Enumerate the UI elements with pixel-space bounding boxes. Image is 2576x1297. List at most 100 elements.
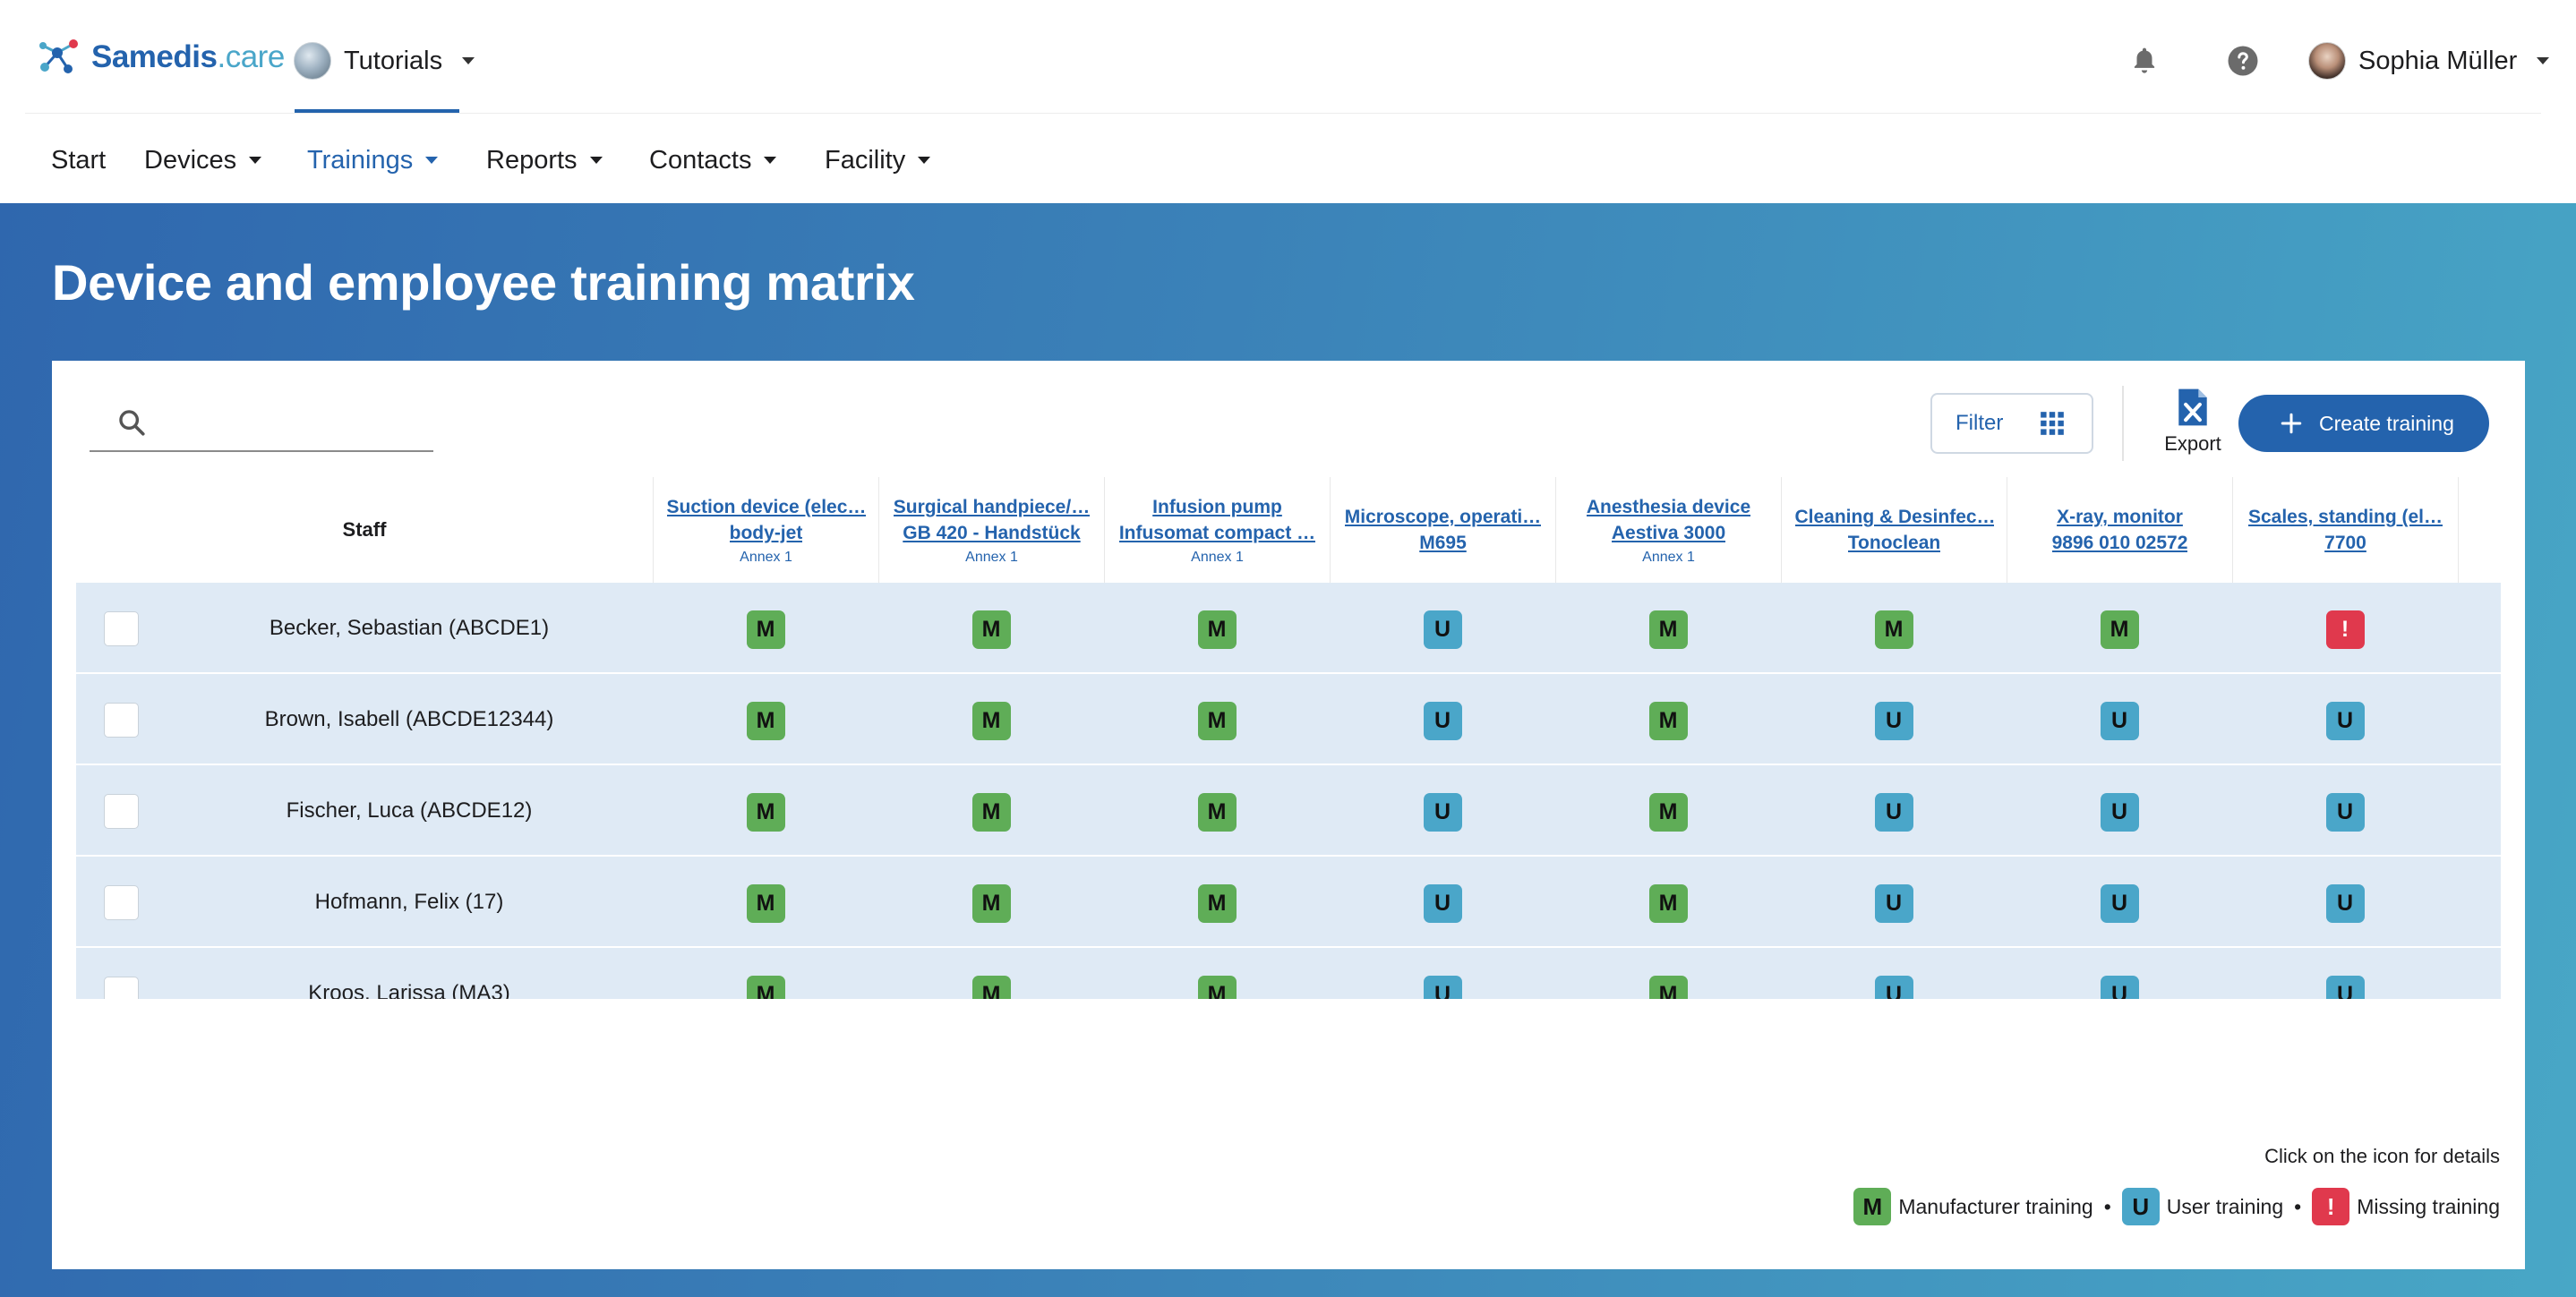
user-avatar bbox=[2308, 42, 2346, 80]
help-button[interactable] bbox=[2225, 43, 2261, 79]
missing-training-badge[interactable]: ! bbox=[2325, 610, 2365, 649]
plus-icon bbox=[2281, 413, 2302, 434]
page-title: Device and employee training matrix bbox=[52, 254, 915, 311]
matrix-card: Filter Export Create training Staff Suct… bbox=[52, 361, 2525, 1269]
device-column-header[interactable]: Microscope, operati… M695 bbox=[1330, 477, 1555, 583]
annex-label: Annex 1 bbox=[965, 550, 1018, 565]
row-checkbox[interactable] bbox=[104, 611, 139, 646]
row-checkbox[interactable] bbox=[104, 885, 139, 920]
device-column-header[interactable]: Cleaning & Desinfec… Tonoclean bbox=[1781, 477, 2007, 583]
manufacturer-training-badge[interactable]: M bbox=[1648, 702, 1688, 740]
device-name: Suction device (elec… bbox=[666, 497, 866, 517]
user-training-badge[interactable]: U bbox=[2100, 702, 2139, 740]
search-input[interactable] bbox=[161, 408, 430, 437]
nav-label: Trainings bbox=[307, 145, 414, 175]
tenant-avatar bbox=[294, 42, 331, 80]
device-column-header[interactable]: Scales, standing (el… 7700 bbox=[2232, 477, 2458, 583]
samedis-logo[interactable]: Samedis.care bbox=[38, 32, 285, 82]
filter-button[interactable]: Filter bbox=[1930, 393, 2093, 454]
staff-name: Fischer, Luca (ABCDE12) bbox=[286, 798, 533, 823]
device-name: Cleaning & Desinfec… bbox=[1794, 507, 1994, 527]
manufacturer-training-badge[interactable]: M bbox=[971, 610, 1011, 649]
manufacturer-training-badge[interactable]: M bbox=[746, 976, 785, 999]
user-training-badge[interactable]: U bbox=[2100, 884, 2139, 923]
table-row: Brown, Isabell (ABCDE12344) M M M U M U U U bbox=[76, 674, 2501, 764]
device-column-header[interactable]: Surgical handpiece/… GB 420 - Handstück An… bbox=[878, 477, 1104, 583]
user-training-badge[interactable]: U bbox=[2325, 976, 2365, 999]
manufacturer-training-badge[interactable]: M bbox=[1197, 793, 1237, 832]
table-row: Fischer, Luca (ABCDE12) M M M U M U U U bbox=[76, 765, 2501, 856]
manufacturer-training-badge[interactable]: M bbox=[1197, 610, 1237, 649]
manufacturer-training-badge[interactable]: M bbox=[1648, 884, 1688, 923]
legend-user-label: User training bbox=[2166, 1194, 2284, 1218]
tenant-label: Tutorials bbox=[344, 46, 443, 75]
training-matrix: Staff Suction device (elec… body-jet Annex… bbox=[76, 477, 2501, 999]
user-training-badge[interactable]: U bbox=[1874, 976, 1913, 999]
tenant-selector[interactable]: Tutorials bbox=[294, 39, 475, 82]
manufacturer-training-badge[interactable]: M bbox=[746, 702, 785, 740]
user-training-badge[interactable]: U bbox=[1423, 793, 1462, 832]
user-training-badge[interactable]: U bbox=[2325, 793, 2365, 832]
device-column-header[interactable]: CySt bbox=[2458, 477, 2501, 583]
user-training-badge[interactable]: U bbox=[1423, 884, 1462, 923]
manufacturer-training-badge[interactable]: M bbox=[2100, 610, 2139, 649]
manufacturer-training-badge[interactable]: M bbox=[971, 884, 1011, 923]
user-training-badge[interactable]: U bbox=[2325, 884, 2365, 923]
manufacturer-training-badge[interactable]: M bbox=[746, 610, 785, 649]
export-button[interactable]: Export bbox=[2154, 388, 2231, 461]
user-training-badge[interactable]: U bbox=[2100, 793, 2139, 832]
user-training-badge[interactable]: U bbox=[1874, 884, 1913, 923]
staff-name: Brown, Isabell (ABCDE12344) bbox=[264, 706, 554, 731]
notifications-button[interactable] bbox=[2127, 43, 2162, 79]
manufacturer-training-badge[interactable]: M bbox=[1648, 610, 1688, 649]
user-training-badge[interactable]: U bbox=[1423, 976, 1462, 999]
device-column-header[interactable]: Anesthesia device Aestiva 3000 Annex 1 bbox=[1555, 477, 1781, 583]
manufacturer-training-badge[interactable]: M bbox=[971, 976, 1011, 999]
staff-name: Becker, Sebastian (ABCDE1) bbox=[269, 615, 550, 640]
manufacturer-training-badge[interactable]: M bbox=[746, 884, 785, 923]
user-menu[interactable]: Sophia Müller bbox=[2308, 39, 2550, 82]
nav-facility[interactable]: Facility bbox=[825, 141, 931, 180]
user-training-badge[interactable]: U bbox=[2100, 976, 2139, 999]
row-checkbox[interactable] bbox=[104, 703, 139, 738]
legend: M Manufacturer training • U User trainin… bbox=[1853, 1185, 2500, 1228]
manufacturer-training-badge[interactable]: M bbox=[1648, 976, 1688, 999]
manufacturer-training-badge[interactable]: M bbox=[1197, 702, 1237, 740]
legend-manufacturer-badge: M bbox=[1853, 1188, 1892, 1225]
search-icon bbox=[119, 410, 145, 436]
device-model: Tonoclean bbox=[1847, 533, 1941, 553]
annex-label: Annex 1 bbox=[1642, 550, 1695, 565]
manufacturer-training-badge[interactable]: M bbox=[746, 793, 785, 832]
nav-start[interactable]: Start bbox=[51, 141, 106, 180]
row-checkbox[interactable] bbox=[104, 977, 139, 999]
create-training-button[interactable]: Create training bbox=[2238, 395, 2489, 452]
user-training-badge[interactable]: U bbox=[1423, 610, 1462, 649]
device-name: Anesthesia device bbox=[1586, 497, 1751, 517]
manufacturer-training-badge[interactable]: M bbox=[1197, 884, 1237, 923]
user-training-badge[interactable]: U bbox=[1423, 702, 1462, 740]
nav-contacts[interactable]: Contacts bbox=[649, 141, 777, 180]
device-name: Microscope, operati… bbox=[1344, 507, 1542, 527]
user-training-badge[interactable]: U bbox=[1874, 793, 1913, 832]
manufacturer-training-badge[interactable]: M bbox=[1874, 610, 1913, 649]
device-model: GB 420 - Handstück bbox=[903, 523, 1081, 543]
manufacturer-training-badge[interactable]: M bbox=[1648, 793, 1688, 832]
nav-reports[interactable]: Reports bbox=[486, 141, 603, 180]
manufacturer-training-badge[interactable]: M bbox=[1197, 976, 1237, 999]
manufacturer-training-badge[interactable]: M bbox=[971, 793, 1011, 832]
user-training-badge[interactable]: U bbox=[1874, 702, 1913, 740]
row-checkbox[interactable] bbox=[104, 794, 139, 829]
device-column-header[interactable]: Suction device (elec… body-jet Annex 1 bbox=[653, 477, 878, 583]
manufacturer-training-badge[interactable]: M bbox=[971, 702, 1011, 740]
chevron-down-icon bbox=[918, 157, 931, 164]
staff-column-header: Staff bbox=[342, 518, 387, 541]
nav-trainings[interactable]: Trainings bbox=[307, 141, 439, 180]
user-training-badge[interactable]: U bbox=[2325, 702, 2365, 740]
device-column-header[interactable]: X-ray, monitor 9896 010 02572 bbox=[2007, 477, 2232, 583]
device-column-header[interactable]: Infusion pump Infusomat compact … Annex 1 bbox=[1104, 477, 1330, 583]
nav-devices[interactable]: Devices bbox=[144, 141, 262, 180]
device-name: Infusion pump bbox=[1152, 497, 1282, 517]
search-field[interactable] bbox=[90, 395, 433, 452]
device-model: 9896 010 02572 bbox=[2051, 533, 2188, 553]
nav-label: Reports bbox=[486, 145, 578, 175]
